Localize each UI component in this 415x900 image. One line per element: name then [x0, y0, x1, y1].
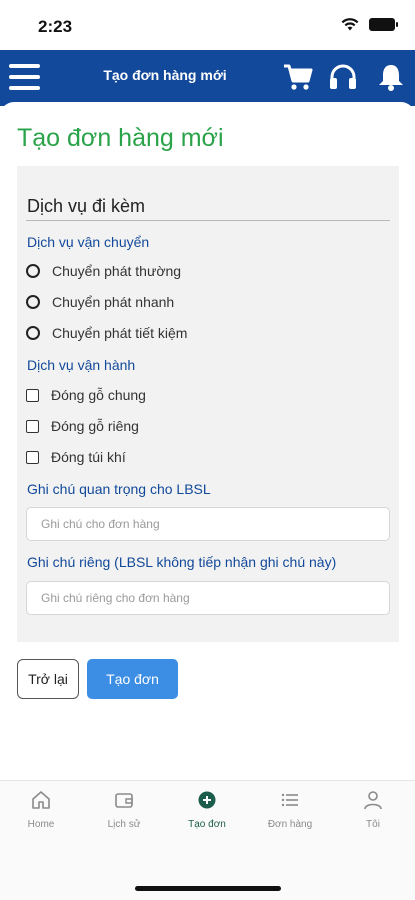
option-label: Chuyển phát nhanh — [52, 294, 175, 310]
shipping-services-label: Dịch vụ vận chuyển — [27, 234, 150, 250]
nav-item-me[interactable]: Tôi — [338, 789, 408, 839]
nav-item-home[interactable]: Home — [6, 789, 76, 839]
nav-item-history[interactable]: Lịch sử — [89, 789, 159, 839]
checkbox[interactable] — [26, 450, 39, 464]
status-time: 2:23 — [38, 17, 73, 36]
headset-icon[interactable] — [328, 62, 358, 92]
wallet-icon — [115, 793, 133, 808]
radio-button[interactable] — [26, 295, 40, 309]
private-note-label: Ghi chú riêng (LBSL không tiếp nhận ghi … — [27, 554, 337, 570]
back-button[interactable]: Trở lại — [17, 659, 79, 699]
nav-item-create[interactable]: Tạo đơn — [172, 789, 242, 839]
option-label: Đóng gỗ chung — [51, 387, 146, 403]
status-bar: 2:23 — [0, 0, 415, 50]
option-label: Đóng gỗ riêng — [51, 418, 139, 434]
important-note-label: Ghi chú quan trọng cho LBSL — [27, 481, 211, 497]
option-label: Chuyển phát thường — [52, 263, 182, 279]
section-divider — [26, 220, 390, 221]
nav-label: Home — [27, 819, 55, 830]
nav-item-orders[interactable]: Đơn hàng — [255, 789, 325, 839]
list-icon — [281, 793, 298, 807]
shipping-option-express[interactable]: Chuyển phát nhanh — [26, 292, 174, 312]
cart-icon[interactable] — [283, 62, 313, 92]
plus-circle-icon — [198, 791, 216, 809]
radio-button[interactable] — [26, 326, 40, 340]
operation-option-air-bag[interactable]: Đóng túi khí — [26, 447, 126, 467]
checkbox[interactable] — [26, 419, 39, 433]
page-title: Tạo đơn hàng mới — [17, 124, 224, 152]
operation-option-private-crate[interactable]: Đóng gỗ riêng — [26, 416, 139, 436]
nav-label: Lịch sử — [107, 819, 141, 830]
option-label: Chuyển phát tiết kiệm — [52, 325, 188, 341]
radio-button[interactable] — [26, 264, 40, 278]
nav-label: Đơn hàng — [267, 819, 313, 830]
private-note-input[interactable] — [26, 581, 390, 615]
checkbox[interactable] — [26, 388, 39, 402]
header-title: Tạo đơn hàng mới — [103, 67, 227, 83]
nav-label: Tôi — [366, 819, 380, 830]
user-icon — [364, 791, 382, 810]
battery-icon — [369, 18, 398, 31]
menu-icon[interactable] — [9, 64, 40, 90]
status-icons — [341, 18, 398, 31]
wifi-icon — [341, 18, 359, 31]
option-label: Đóng túi khí — [51, 449, 126, 465]
shipping-option-economy[interactable]: Chuyển phát tiết kiệm — [26, 323, 187, 343]
shipping-option-standard[interactable]: Chuyển phát thường — [26, 261, 181, 281]
bottom-nav: Home Lịch sử Tạo đơn Đơn hàng Tôi — [0, 780, 415, 900]
bell-icon[interactable] — [376, 62, 406, 92]
services-form: Dịch vụ đi kèm Dịch vụ vận chuyển Chuyển… — [17, 166, 399, 642]
operation-option-shared-crate[interactable]: Đóng gỗ chung — [26, 385, 146, 405]
app-header: Tạo đơn hàng mới — [0, 50, 415, 106]
operation-services-label: Dịch vụ vận hành — [27, 357, 136, 373]
important-note-input[interactable] — [26, 507, 390, 541]
nav-label: Tạo đơn — [188, 819, 226, 830]
home-icon — [32, 791, 50, 809]
section-title: Dịch vụ đi kèm — [27, 196, 146, 216]
home-indicator — [135, 886, 281, 891]
main-content: Tạo đơn hàng mới Dịch vụ đi kèm Dịch vụ … — [0, 102, 415, 780]
create-order-button[interactable]: Tạo đơn — [87, 659, 178, 699]
